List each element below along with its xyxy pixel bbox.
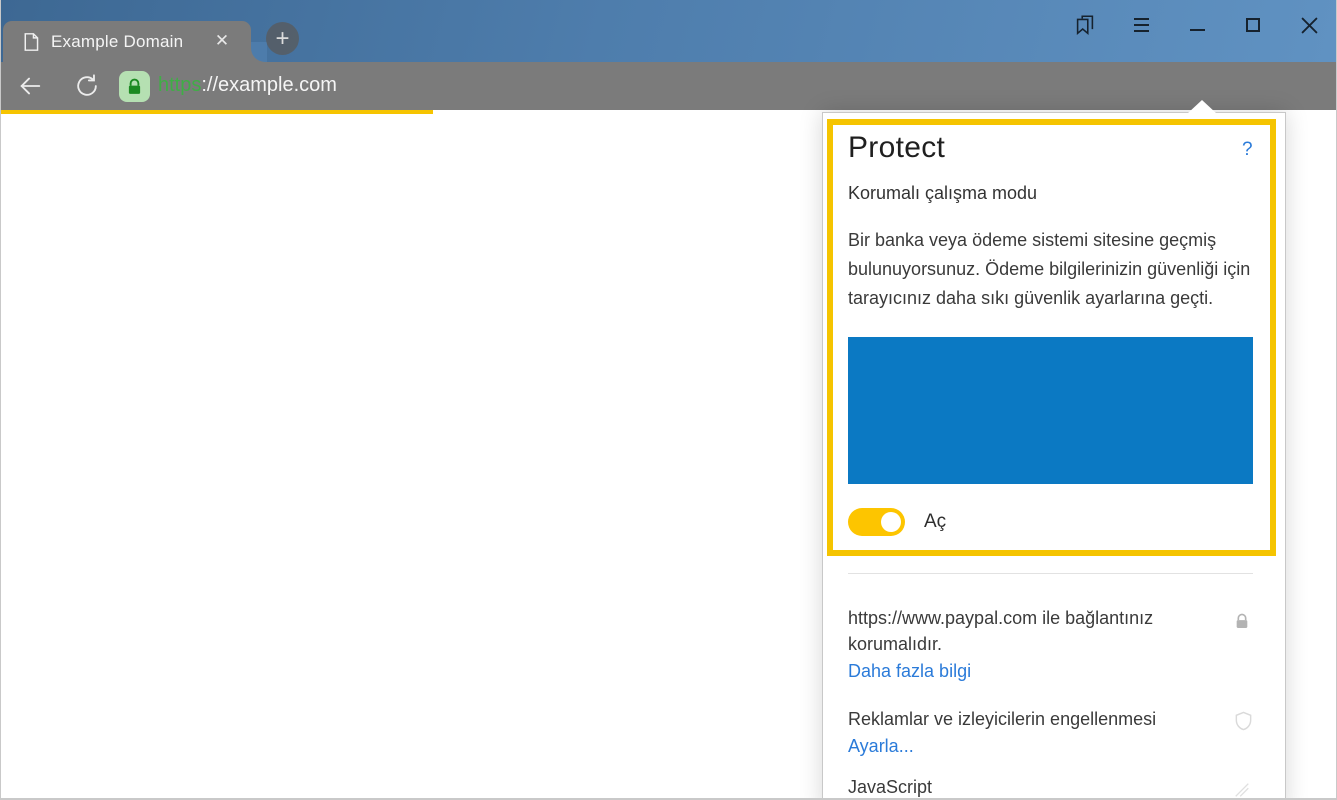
protected-mode-title: Korumalı çalışma modu xyxy=(848,183,1037,204)
browser-tab[interactable]: Example Domain ✕ xyxy=(3,21,251,62)
url-scheme: https xyxy=(158,74,201,96)
javascript-text: JavaScript xyxy=(848,774,1183,800)
toggle-knob xyxy=(881,512,901,532)
back-button[interactable] xyxy=(14,72,46,100)
page-favicon-icon xyxy=(22,32,40,52)
lock-icon xyxy=(1233,611,1251,631)
javascript-icon xyxy=(1233,781,1251,799)
tab-title: Example Domain xyxy=(51,32,183,52)
collections-icon[interactable] xyxy=(1057,3,1113,47)
popup-title: Protect xyxy=(848,131,945,165)
tab-curve xyxy=(251,42,267,62)
toggle-label: Aç xyxy=(924,511,946,533)
shield-outline-icon xyxy=(1233,710,1254,733)
browser-window: Example Domain ✕ + xyxy=(0,0,1337,800)
address-bar[interactable]: https://example.com xyxy=(158,74,337,97)
minimize-button[interactable] xyxy=(1169,3,1225,47)
illustration-placeholder xyxy=(848,337,1253,484)
ad-blocking-text: Reklamlar ve izleyicilerin engellenmesi xyxy=(848,706,1218,732)
titlebar: Example Domain ✕ + xyxy=(0,0,1337,62)
menu-icon[interactable] xyxy=(1113,3,1169,47)
reload-button[interactable] xyxy=(72,72,102,100)
new-tab-button[interactable]: + xyxy=(266,22,299,55)
divider xyxy=(848,573,1253,574)
url-rest: ://example.com xyxy=(201,74,337,96)
more-info-link[interactable]: Daha fazla bilgi xyxy=(848,661,971,682)
protected-mode-toggle[interactable] xyxy=(848,508,905,536)
protect-popup: Protect ? Korumalı çalışma modu Bir bank… xyxy=(822,112,1286,800)
secure-lock-icon[interactable] xyxy=(119,71,150,102)
connection-secure-text: https://www.paypal.com ile bağlantınız k… xyxy=(848,605,1183,657)
window-controls xyxy=(1057,0,1337,50)
maximize-button[interactable] xyxy=(1225,3,1281,47)
protected-mode-description: Bir banka veya ödeme sistemi sitesine ge… xyxy=(848,226,1254,313)
tab-close-icon[interactable]: ✕ xyxy=(211,30,233,52)
close-button[interactable] xyxy=(1281,3,1337,47)
help-icon[interactable]: ? xyxy=(1242,139,1253,161)
toolbar: https://example.com 2 Korumalı çalışma m… xyxy=(0,62,1337,110)
popup-caret xyxy=(1188,100,1216,113)
configure-link[interactable]: Ayarla... xyxy=(848,736,914,757)
